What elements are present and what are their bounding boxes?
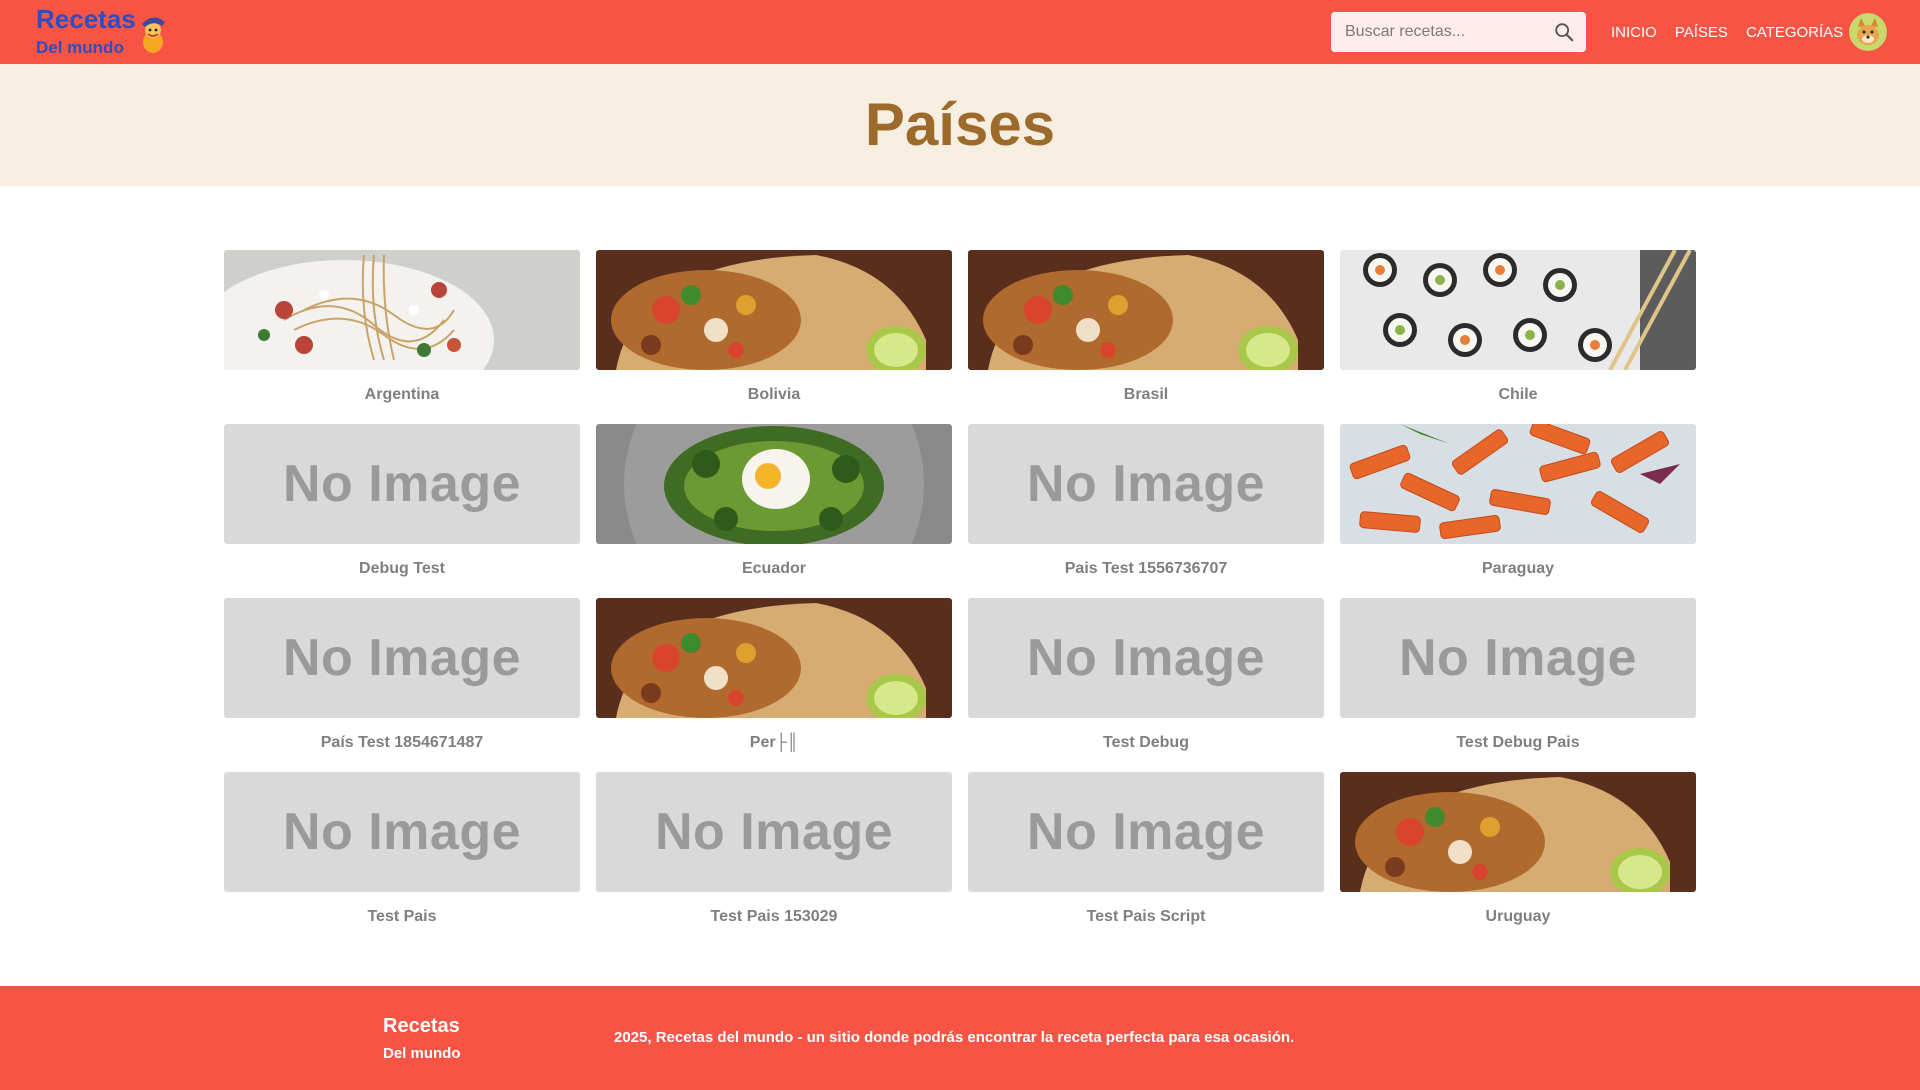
no-image-label: No Image <box>282 803 522 861</box>
country-name: Test Pais 153029 <box>710 908 838 925</box>
search-input[interactable] <box>1332 13 1542 51</box>
logo-title: Recetas <box>36 4 136 34</box>
search-icon[interactable] <box>1553 21 1575 43</box>
country-image-penne <box>1340 424 1696 544</box>
country-card[interactable]: Uruguay <box>1340 772 1696 932</box>
country-name: Uruguay <box>1485 908 1551 925</box>
nav-categorias[interactable]: CATEGORÍAS <box>1746 24 1843 41</box>
country-card[interactable]: No Image Test Pais <box>224 772 580 932</box>
country-card[interactable]: Paraguay <box>1340 424 1696 584</box>
country-name: Brasil <box>1123 386 1169 403</box>
country-card[interactable]: No Image Test Pais 153029 <box>596 772 952 932</box>
logo-subtitle: Del mundo <box>36 38 124 57</box>
no-image-placeholder: No Image <box>968 424 1324 544</box>
country-image-burrito <box>1340 772 1696 892</box>
page-title: Países <box>864 91 1056 158</box>
country-card[interactable]: Per├║ <box>596 598 952 758</box>
country-name: Test Debug <box>1103 734 1189 751</box>
country-name: Debug Test <box>359 560 445 577</box>
country-card[interactable]: Ecuador <box>596 424 952 584</box>
country-name: Test Debug Pais <box>1456 734 1580 751</box>
no-image-placeholder: No Image <box>968 772 1324 892</box>
no-image-label: No Image <box>282 629 522 687</box>
country-card[interactable]: No Image Test Pais Script <box>968 772 1324 932</box>
country-card[interactable]: Argentina <box>224 250 580 410</box>
no-image-placeholder: No Image <box>596 772 952 892</box>
country-card[interactable]: Bolivia <box>596 250 952 410</box>
country-image-egg-avocado <box>596 424 952 544</box>
site-logo[interactable]: Recetas Del mundo <box>36 4 196 60</box>
no-image-label: No Image <box>654 803 894 861</box>
no-image-placeholder: No Image <box>224 772 580 892</box>
no-image-placeholder: No Image <box>224 424 580 544</box>
country-card[interactable]: No Image Debug Test <box>224 424 580 584</box>
country-name: Pais Test 1556736707 <box>1064 560 1228 577</box>
no-image-label: No Image <box>1398 629 1638 687</box>
country-card[interactable]: No Image Pais Test 1556736707 <box>968 424 1324 584</box>
nav-paises[interactable]: PAÍSES <box>1675 24 1728 41</box>
country-name: Chile <box>1498 386 1538 403</box>
no-image-label: No Image <box>1026 803 1266 861</box>
search-box <box>1331 12 1586 52</box>
no-image-placeholder: No Image <box>968 598 1324 718</box>
country-card[interactable]: Chile <box>1340 250 1696 410</box>
no-image-label: No Image <box>1026 455 1266 513</box>
country-card[interactable]: No Image País Test 1854671487 <box>224 598 580 758</box>
site-footer: Recetas Del mundo 2025, Recetas del mund… <box>0 986 1920 1090</box>
nav-inicio[interactable]: INICIO <box>1611 24 1657 41</box>
chef-mascot-icon <box>136 12 170 56</box>
country-name: Argentina <box>364 386 440 403</box>
country-card[interactable]: No Image Test Debug <box>968 598 1324 758</box>
country-name: Test Pais Script <box>1086 908 1206 925</box>
country-name: Ecuador <box>741 560 806 577</box>
country-name: Per├║ <box>749 734 799 751</box>
no-image-placeholder: No Image <box>1340 598 1696 718</box>
country-image-burrito <box>968 250 1324 370</box>
no-image-placeholder: No Image <box>224 598 580 718</box>
country-image-burrito <box>596 250 952 370</box>
footer-copyright: 2025, Recetas del mundo - un sitio donde… <box>614 1029 1295 1046</box>
country-image-sushi <box>1340 250 1696 370</box>
user-avatar[interactable] <box>1849 13 1887 51</box>
footer-brand-subtitle: Del mundo <box>383 1045 461 1062</box>
page-hero: Países <box>0 64 1920 186</box>
country-image-burrito <box>596 598 952 718</box>
country-name: Test Pais <box>367 908 437 925</box>
no-image-label: No Image <box>282 455 522 513</box>
country-card[interactable]: Brasil <box>968 250 1324 410</box>
main-nav: INICIO PAÍSES CATEGORÍAS <box>1611 0 1861 64</box>
no-image-label: No Image <box>1026 629 1266 687</box>
country-name: País Test 1854671487 <box>320 734 484 751</box>
country-name: Bolivia <box>747 386 801 403</box>
country-image-pasta <box>224 250 580 370</box>
country-name: Paraguay <box>1481 560 1555 577</box>
country-card[interactable]: No Image Test Debug Pais <box>1340 598 1696 758</box>
top-navbar: Recetas Del mundo INICIO PAÍSES CATEGORÍ… <box>0 0 1920 64</box>
footer-brand-title: Recetas <box>383 1015 460 1037</box>
